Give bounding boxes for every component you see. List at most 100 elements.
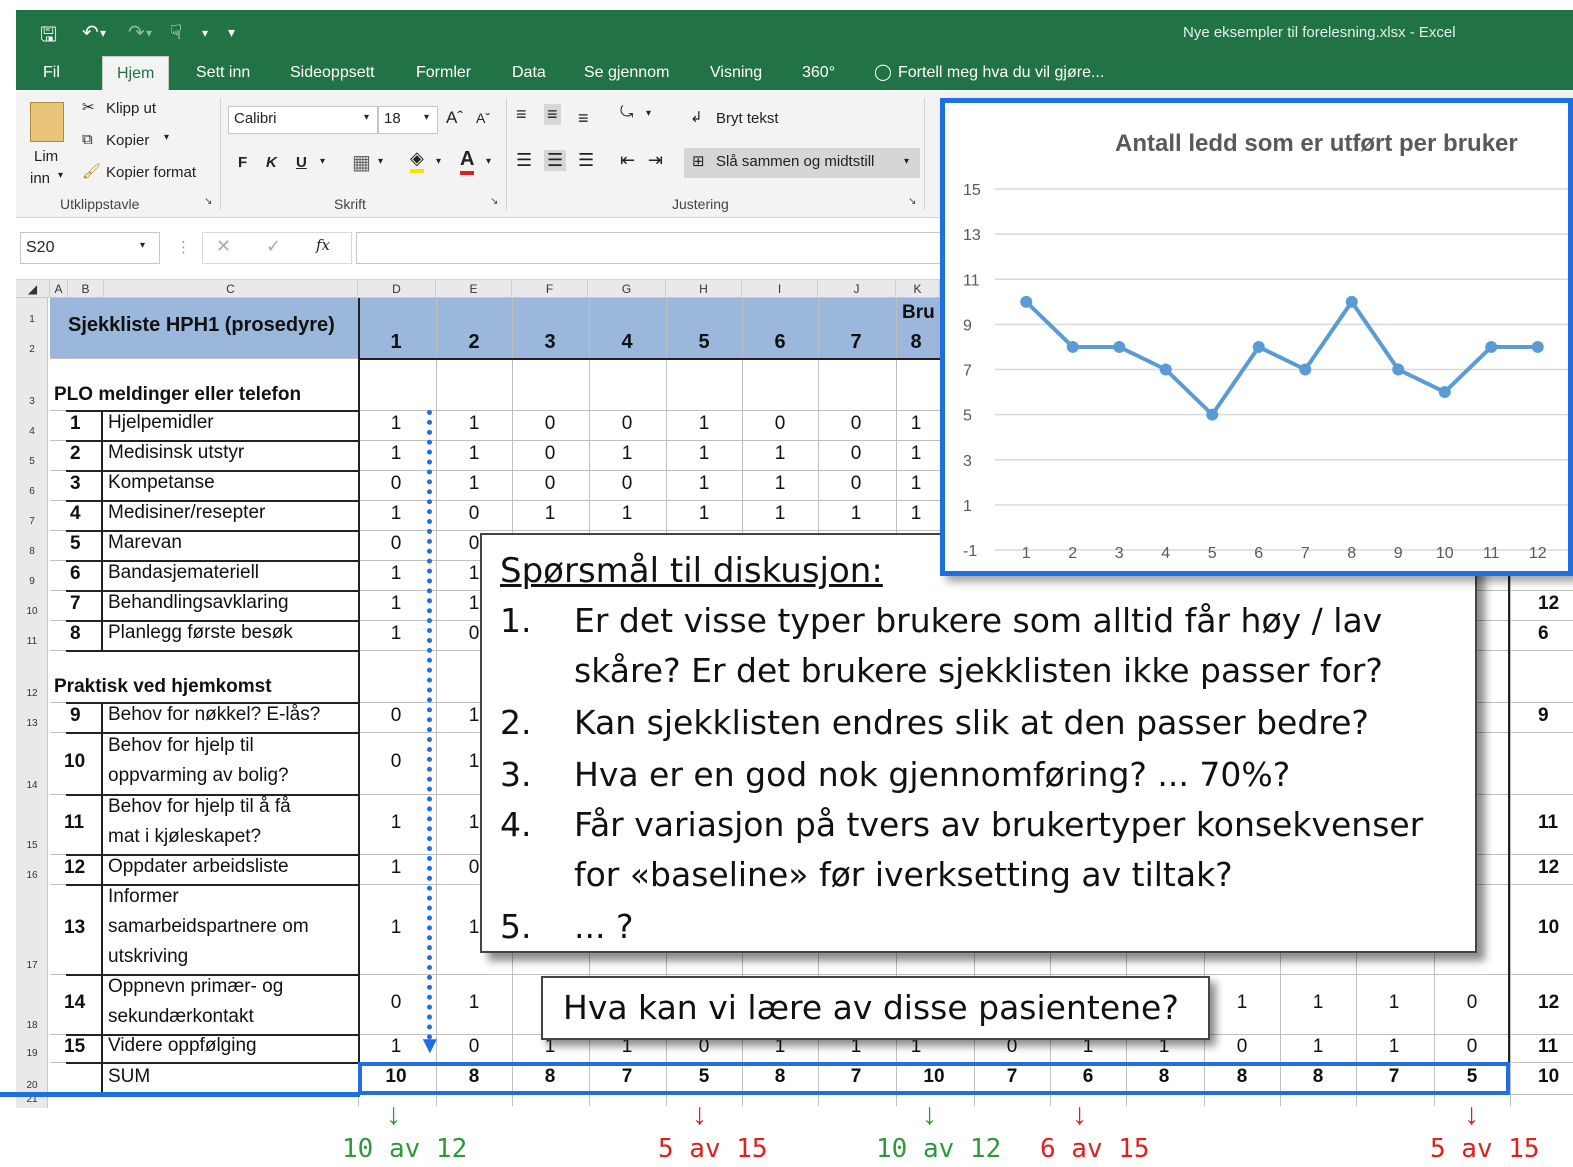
row-header[interactable]: 4	[16, 426, 48, 437]
cell-value[interactable]: 1	[1204, 992, 1280, 1014]
decrease-font-icon[interactable]: Aˇ	[476, 110, 490, 126]
cell-value[interactable]: 1	[589, 443, 665, 465]
cell-value[interactable]: 1	[1280, 1036, 1356, 1058]
touch-dropdown-icon[interactable]: ▾	[202, 26, 208, 40]
cell-value[interactable]: 1	[436, 443, 512, 465]
row-header[interactable]: 20	[16, 1080, 48, 1091]
cell-value[interactable]: 1	[358, 623, 434, 645]
data-point[interactable]	[1299, 363, 1312, 376]
cell-value[interactable]: 0	[358, 533, 434, 555]
fill-dropdown-icon[interactable]: ▾	[436, 156, 441, 167]
data-point[interactable]	[1020, 295, 1033, 308]
tab-file[interactable]: Fil	[43, 56, 60, 90]
row-header[interactable]: 17	[16, 960, 48, 971]
font-color-dropdown-icon[interactable]: ▾	[486, 156, 491, 167]
cell-value[interactable]: 1	[358, 812, 434, 834]
increase-font-icon[interactable]: Aˆ	[446, 108, 463, 128]
col-header-b[interactable]: B	[68, 280, 104, 298]
decrease-indent-icon[interactable]: ⇤	[620, 150, 635, 171]
row-header[interactable]: 8	[16, 546, 48, 557]
align-center-icon[interactable]: ☰	[544, 150, 567, 171]
font-name-select[interactable]: Calibri	[228, 106, 378, 134]
sum-value[interactable]: 5	[666, 1066, 742, 1088]
cell-value[interactable]: 1	[896, 413, 936, 435]
select-all-button[interactable]: ◢	[16, 280, 50, 298]
col-header-i[interactable]: I	[742, 280, 818, 298]
orientation-dropdown-icon[interactable]: ▾	[646, 108, 651, 119]
underline-dropdown-icon[interactable]: ▾	[320, 156, 325, 167]
fill-color-icon[interactable]: ◈	[410, 148, 424, 173]
row-header[interactable]: 13	[16, 718, 48, 729]
sum-value[interactable]: 10	[358, 1066, 434, 1088]
cell-value[interactable]: 1	[742, 503, 818, 525]
row-header[interactable]: 2	[16, 344, 48, 355]
data-point[interactable]	[1066, 340, 1079, 353]
sum-value[interactable]: 5	[1434, 1066, 1510, 1088]
cell-value[interactable]: 0	[742, 413, 818, 435]
row-header[interactable]: 18	[16, 1020, 48, 1031]
cell-value[interactable]: 1	[666, 473, 742, 495]
paste-button[interactable]: Lim	[34, 148, 58, 165]
align-top-icon[interactable]: ≡	[516, 104, 527, 125]
cut-icon[interactable]: ✂	[82, 98, 95, 116]
cell-value[interactable]: 1	[742, 473, 818, 495]
cell-value[interactable]: 1	[358, 443, 434, 465]
undo-dropdown-icon[interactable]: ▾	[100, 26, 106, 40]
cell-value[interactable]: 1	[436, 992, 512, 1014]
formula-input[interactable]	[356, 232, 956, 264]
customize-qat-icon[interactable]: ▾	[228, 24, 235, 41]
wrap-text-icon[interactable]: ↲	[690, 108, 703, 126]
format-painter-icon[interactable]: 🖌	[82, 162, 101, 180]
redo-icon[interactable]: ↷	[128, 20, 145, 45]
cell-value[interactable]: 0	[358, 473, 434, 495]
cell-value[interactable]: 0	[358, 992, 434, 1014]
data-point[interactable]	[1345, 295, 1358, 308]
borders-dropdown-icon[interactable]: ▾	[378, 156, 383, 167]
format-painter-button[interactable]: Kopier format	[106, 164, 196, 181]
undo-icon[interactable]: ↶	[82, 20, 99, 45]
data-point[interactable]	[1531, 340, 1544, 353]
cell-value[interactable]: 1	[358, 1036, 434, 1058]
clipboard-launcher-icon[interactable]: ↘	[204, 196, 212, 207]
line-chart-panel[interactable]: Antall ledd som er utført per bruker 15 1…	[940, 98, 1573, 576]
row-header[interactable]: 1	[16, 314, 48, 325]
row-header[interactable]: 15	[16, 840, 48, 851]
tab-data[interactable]: Data	[512, 56, 546, 90]
cell-value[interactable]: 0	[1204, 1036, 1280, 1058]
data-point[interactable]	[1485, 340, 1498, 353]
row-header[interactable]: 6	[16, 486, 48, 497]
cell-value[interactable]: 0	[818, 473, 894, 495]
font-size-dropdown-icon[interactable]: ▾	[424, 112, 429, 123]
sum-value[interactable]: 6	[1050, 1066, 1126, 1088]
paste-button-line2[interactable]: inn	[30, 170, 50, 187]
align-bottom-icon[interactable]: ≡	[578, 108, 589, 129]
cell-value[interactable]: 1	[1356, 1036, 1432, 1058]
cell-value[interactable]: 1	[358, 413, 434, 435]
row-header[interactable]: 7	[16, 516, 48, 527]
row-header[interactable]: 14	[16, 780, 48, 791]
sum-value[interactable]: 8	[742, 1066, 818, 1088]
cell-value[interactable]: 0	[1434, 992, 1510, 1014]
name-box-dropdown-icon[interactable]: ▾	[140, 240, 145, 251]
data-point[interactable]	[1206, 408, 1219, 421]
cell-value[interactable]: 1	[358, 917, 434, 939]
cell-value[interactable]: 0	[1434, 1036, 1510, 1058]
cell-value[interactable]: 0	[818, 413, 894, 435]
row-header[interactable]: 19	[16, 1048, 48, 1059]
enter-icon[interactable]: ✓	[266, 236, 281, 257]
cell-value[interactable]: 0	[512, 413, 588, 435]
cell-value[interactable]: 1	[436, 473, 512, 495]
data-point[interactable]	[1438, 386, 1451, 399]
font-color-icon[interactable]: A	[460, 148, 475, 175]
col-header-d[interactable]: D	[358, 280, 436, 298]
sum-value[interactable]: 7	[589, 1066, 665, 1088]
cell-value[interactable]: 0	[512, 473, 588, 495]
borders-icon[interactable]: ▦	[352, 150, 371, 175]
copy-icon[interactable]: ⧉	[82, 131, 93, 148]
cell-value[interactable]: 1	[818, 503, 894, 525]
tab-review[interactable]: Se gjennom	[584, 56, 669, 90]
sum-value[interactable]: 7	[974, 1066, 1050, 1088]
row-header[interactable]: 16	[16, 870, 48, 881]
sum-value[interactable]: 7	[818, 1066, 894, 1088]
col-header-g[interactable]: G	[588, 280, 666, 298]
